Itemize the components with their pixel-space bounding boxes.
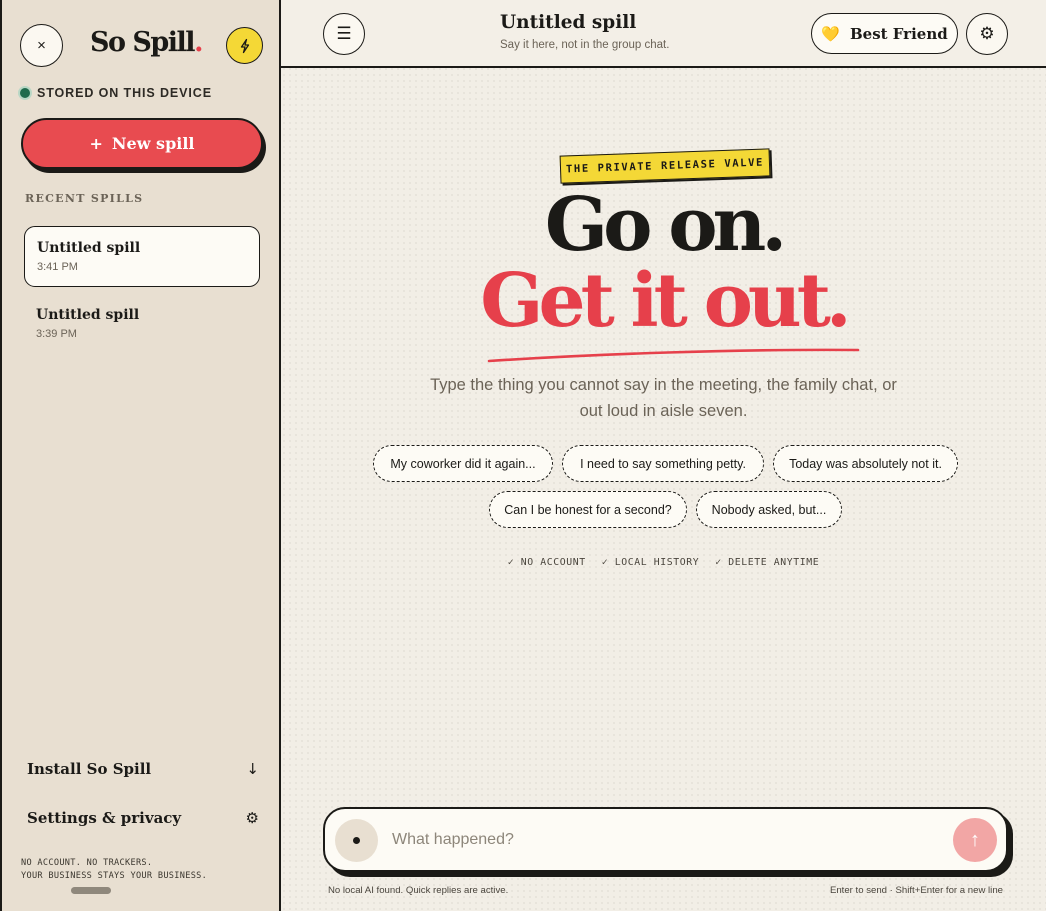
send-button[interactable]: ↑ xyxy=(953,818,997,862)
main-panel: ☰ Untitled spill Say it here, not in the… xyxy=(281,0,1046,911)
install-label: Install So Spill xyxy=(27,760,152,778)
prompt-chip[interactable]: My coworker did it again... xyxy=(373,445,553,482)
footnote-line: NO ACCOUNT. NO TRACKERS. xyxy=(21,858,153,868)
underline-swoosh xyxy=(487,348,860,363)
feature-item: ✓ DELETE ANYTIME xyxy=(715,557,820,568)
gear-icon: ⚙ xyxy=(245,809,259,827)
ai-status-note: No local AI found. Quick replies are act… xyxy=(328,885,509,896)
hero-heading-line1: Go on. xyxy=(544,182,787,268)
heart-icon: 💛 xyxy=(821,24,840,43)
new-spill-button[interactable]: + New spill xyxy=(21,118,263,169)
sidebar: × So Spill. STORED ON THIS DEVICE + New … xyxy=(0,0,281,911)
storage-status-label: STORED ON THIS DEVICE xyxy=(37,86,212,100)
plus-icon: + xyxy=(89,134,103,153)
prompt-chip[interactable]: Nobody asked, but... xyxy=(696,491,842,528)
lightning-icon xyxy=(240,38,249,53)
record-dot-icon xyxy=(353,837,360,844)
install-app-link[interactable]: Install So Spill ↓ xyxy=(27,757,259,781)
voice-input-button[interactable] xyxy=(335,819,378,862)
recent-spill-title: Untitled spill xyxy=(36,307,140,323)
persona-label: Best Friend xyxy=(849,24,948,43)
tagline-badge: THE PRIVATE RELEASE VALVE xyxy=(559,148,771,184)
download-arrow-icon: ↓ xyxy=(246,760,259,778)
send-arrow-icon: ↑ xyxy=(970,828,980,851)
logo-text: So Spill xyxy=(90,27,196,58)
quick-mode-button[interactable] xyxy=(226,27,263,64)
status-dot-icon xyxy=(20,88,30,98)
logo: So Spill. xyxy=(90,27,203,63)
feature-list: ✓ NO ACCOUNT ✓ LOCAL HISTORY ✓ DELETE AN… xyxy=(281,557,1046,568)
recent-spills-heading: RECENT SPILLS xyxy=(25,192,144,205)
recent-spill-item[interactable]: Untitled spill 3:41 PM xyxy=(24,226,260,287)
feature-item: ✓ NO ACCOUNT xyxy=(507,557,586,568)
message-composer: ↑ xyxy=(323,807,1008,872)
close-sidebar-button[interactable]: × xyxy=(20,24,63,67)
gear-icon: ⚙ xyxy=(979,24,995,43)
close-icon: × xyxy=(37,37,46,54)
settings-privacy-label: Settings & privacy xyxy=(27,809,182,827)
prompt-chip[interactable]: I need to say something petty. xyxy=(562,445,764,482)
message-input[interactable] xyxy=(392,825,937,855)
settings-privacy-link[interactable]: Settings & privacy ⚙ xyxy=(27,806,259,830)
footnote-line: YOUR BUSINESS STAYS YOUR BUSINESS. xyxy=(21,871,208,881)
recent-spill-item[interactable]: Untitled spill 3:39 PM xyxy=(24,294,260,355)
prompt-chip[interactable]: Today was absolutely not it. xyxy=(773,445,958,482)
feature-item: ✓ LOCAL HISTORY xyxy=(601,557,700,568)
privacy-footnote: NO ACCOUNT. NO TRACKERS. YOUR BUSINESS S… xyxy=(21,857,207,883)
resize-handle[interactable] xyxy=(71,887,111,894)
hero-description: Type the thing you cannot say in the mee… xyxy=(430,376,897,420)
top-bar: ☰ Untitled spill Say it here, not in the… xyxy=(281,0,1046,68)
storage-status: STORED ON THIS DEVICE xyxy=(20,85,212,101)
keyboard-hint: Enter to send · Shift+Enter for a new li… xyxy=(829,885,1003,896)
logo-dot: . xyxy=(194,27,203,58)
recent-spill-title: Untitled spill xyxy=(37,240,141,256)
recent-spill-time: 3:39 PM xyxy=(36,328,77,340)
hero-heading-line2: Get it out. xyxy=(480,258,851,344)
new-spill-label: New spill xyxy=(111,134,195,153)
prompt-chip[interactable]: Can I be honest for a second? xyxy=(489,491,687,528)
hamburger-icon: ☰ xyxy=(336,24,352,43)
settings-button[interactable]: ⚙ xyxy=(966,13,1008,55)
recent-spill-time: 3:41 PM xyxy=(37,261,78,273)
chat-subtitle: Say it here, not in the group chat. xyxy=(500,39,670,51)
persona-selector-button[interactable]: 💛 Best Friend xyxy=(811,13,958,54)
chat-title: Untitled spill xyxy=(500,12,637,33)
menu-button[interactable]: ☰ xyxy=(323,13,365,55)
